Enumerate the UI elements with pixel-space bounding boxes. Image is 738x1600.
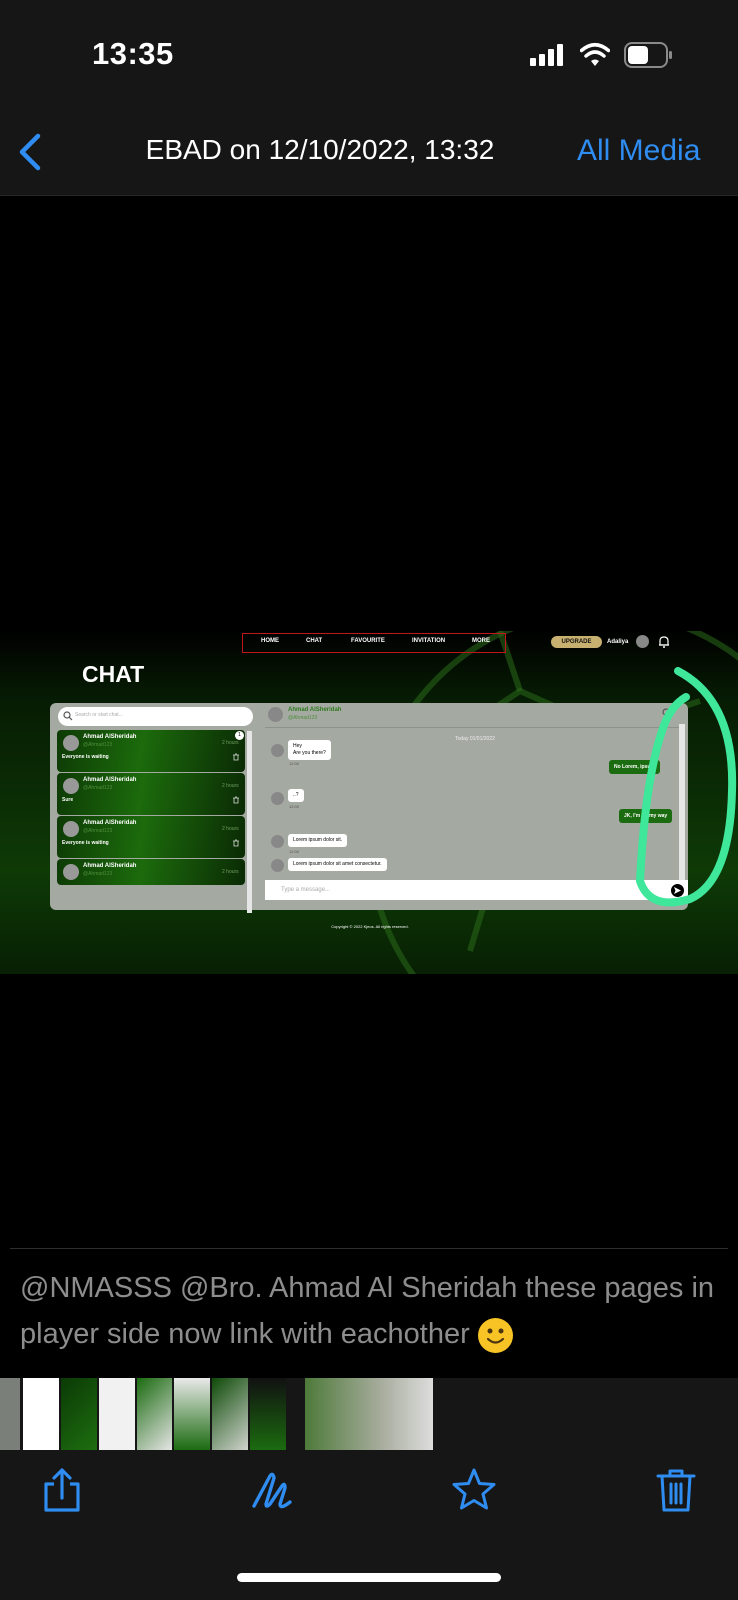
- caption-text: @NMASSS @Bro. Ahmad Al Sheridah these pa…: [20, 1272, 715, 1350]
- thumbnail-selected[interactable]: [305, 1378, 433, 1450]
- smiley-emoji-icon: [477, 1317, 513, 1353]
- thumbnail[interactable]: [137, 1378, 172, 1450]
- thumbnail[interactable]: [61, 1378, 97, 1450]
- nav-title: EBAD on 12/10/2022, 13:32: [145, 134, 495, 165]
- battery-icon: [624, 42, 672, 68]
- thumbnail[interactable]: [250, 1378, 286, 1450]
- home-indicator: [237, 1573, 501, 1582]
- thumbnail[interactable]: [23, 1378, 59, 1450]
- thumbnail[interactable]: [212, 1378, 248, 1450]
- thumbnail[interactable]: [99, 1378, 135, 1450]
- chevron-left-icon[interactable]: [14, 130, 44, 174]
- star-icon[interactable]: [452, 1466, 496, 1514]
- markup-icon[interactable]: [250, 1466, 294, 1514]
- share-icon[interactable]: [40, 1466, 84, 1514]
- hand-drawn-annotation: [636, 667, 737, 907]
- wifi-icon: [580, 43, 610, 66]
- screenshot-image[interactable]: HOME CHAT FAVOURITE INVITATION MORE UPGR…: [0, 631, 738, 974]
- divider: [10, 1248, 728, 1249]
- thumbnail[interactable]: [174, 1378, 210, 1450]
- thumbnail[interactable]: [0, 1378, 20, 1450]
- media-caption: @NMASSS @Bro. Ahmad Al Sheridah these pa…: [20, 1265, 720, 1357]
- trash-icon[interactable]: [654, 1466, 698, 1514]
- all-media-button[interactable]: All Media: [577, 134, 700, 168]
- signal-icon: [530, 44, 563, 66]
- status-time: 13:35: [92, 36, 174, 71]
